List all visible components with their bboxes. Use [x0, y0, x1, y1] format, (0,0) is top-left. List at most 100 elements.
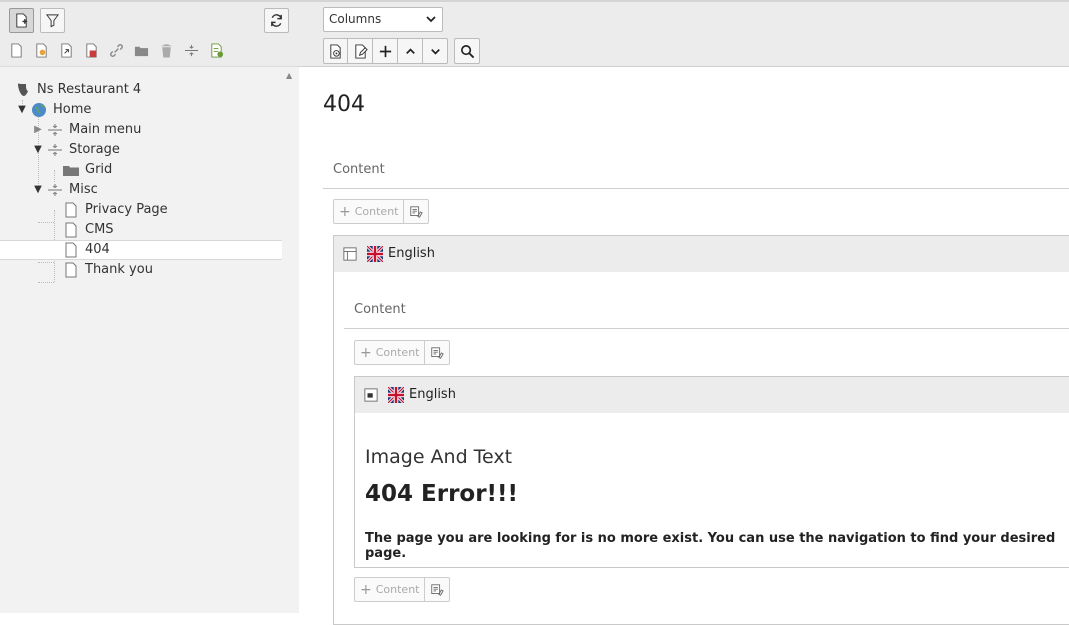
page-icon [63, 202, 79, 218]
content-element: English Image And Text 404 Error!!! The … [354, 376, 1069, 568]
tree-item-label: Home [53, 102, 92, 117]
tree-item-thank-you[interactable]: Thank you [0, 260, 299, 280]
view-mode-value: Columns [329, 12, 382, 26]
tree-item-label: CMS [85, 222, 114, 237]
uk-flag-icon [367, 246, 383, 262]
search-icon [460, 44, 474, 58]
doktype-shortcut-icon[interactable] [58, 42, 75, 59]
move-up-button[interactable] [398, 38, 423, 64]
doktype-spacer-icon[interactable] [183, 42, 200, 59]
tree-item-cms[interactable]: CMS [0, 220, 299, 240]
page-icon [63, 222, 79, 238]
tree-item-404[interactable]: 404 [0, 240, 282, 260]
tree-item-label: Grid [85, 162, 113, 177]
refresh-button[interactable] [264, 8, 289, 33]
tree-item-misc[interactable]: ▼ Misc [0, 180, 299, 200]
column-divider [323, 188, 1069, 189]
edit-icon [354, 43, 368, 59]
page-icon [63, 242, 79, 258]
docheader-button-group [323, 38, 448, 64]
collapsed-triangle-icon[interactable]: ▶ [32, 120, 44, 140]
view-page-button[interactable] [323, 38, 348, 64]
content-language: English [388, 246, 435, 261]
tree-item-root[interactable]: Ns Restaurant 4 [0, 80, 299, 100]
expanded-triangle-icon[interactable]: ▼ [16, 100, 28, 120]
search-button[interactable] [454, 38, 480, 64]
paste-button[interactable] [425, 341, 449, 364]
doktype-link-icon[interactable] [108, 42, 125, 59]
refresh-icon [271, 14, 282, 27]
new-content-button[interactable]: + Content [333, 199, 430, 224]
preview-icon [330, 43, 341, 59]
textpic-icon [364, 388, 378, 406]
scroll-up-icon[interactable]: ▲ [286, 71, 292, 80]
doktype-standard-icon[interactable] [8, 42, 25, 59]
new-content-label: Content [375, 583, 420, 596]
column-divider [344, 328, 1069, 329]
new-page-icon [16, 13, 28, 28]
content-element-header: English [355, 377, 1069, 413]
new-content-button[interactable]: + Content [354, 340, 451, 365]
tree-item-label: Storage [69, 142, 120, 157]
plus-icon [379, 45, 391, 57]
chevron-down-icon [426, 8, 436, 40]
paste-button[interactable] [425, 578, 449, 601]
page-title: 404 [323, 92, 365, 117]
plus-icon: + [339, 203, 351, 220]
content-element-header: English [334, 236, 1069, 272]
content-type-label: Image And Text [365, 446, 513, 468]
spacer-icon [47, 182, 63, 198]
expanded-triangle-icon[interactable]: ▼ [32, 180, 44, 200]
tree-item-label: 404 [85, 242, 110, 257]
new-page-button[interactable] [9, 8, 34, 33]
tree-item-label: Ns Restaurant 4 [37, 82, 142, 97]
chevron-down-icon [430, 48, 440, 55]
tree-item-home[interactable]: ▼ Home [0, 100, 299, 120]
view-mode-select[interactable]: Columns [323, 7, 443, 32]
content-heading: 404 Error!!! [365, 481, 519, 507]
tree-item-grid[interactable]: Grid [0, 160, 299, 180]
filter-icon [45, 14, 60, 28]
docheader-toolbar: Columns [299, 0, 1069, 67]
filter-button[interactable] [40, 8, 65, 33]
tree-item-main-menu[interactable]: ▶ Main menu [0, 120, 299, 140]
typo3-logo-icon [15, 82, 31, 98]
paste-button[interactable] [404, 200, 428, 223]
paste-icon [431, 583, 445, 596]
new-content-label: Content [375, 346, 420, 359]
doktype-folder-icon[interactable] [133, 42, 150, 59]
globe-icon [31, 102, 47, 118]
edit-page-button[interactable] [348, 38, 373, 64]
add-button[interactable] [373, 38, 398, 64]
page-tree-toolbar [0, 0, 299, 67]
spacer-icon [47, 142, 63, 158]
doktype-recycler-icon[interactable] [158, 42, 175, 59]
paste-icon [410, 205, 424, 218]
expanded-triangle-icon[interactable]: ▼ [32, 140, 44, 160]
chevron-up-icon [405, 47, 415, 54]
content-element: English Content + Content English Image A… [333, 235, 1069, 625]
tree-item-storage[interactable]: ▼ Storage [0, 140, 299, 160]
column-header: Content [354, 302, 406, 317]
plus-icon: + [360, 581, 372, 598]
uk-flag-icon [388, 387, 404, 403]
tree-item-label: Misc [69, 182, 98, 197]
doktype-backend-icon[interactable] [33, 42, 50, 59]
tree-item-privacy-page[interactable]: Privacy Page [0, 200, 299, 220]
plus-icon: + [360, 344, 372, 361]
paste-icon [431, 346, 445, 359]
content-bodytext: The page you are looking for is no more … [365, 531, 1056, 561]
tree-item-label: Main menu [69, 122, 142, 137]
move-down-button[interactable] [423, 38, 448, 64]
new-content-button[interactable]: + Content [354, 577, 451, 602]
tree-item-label: Thank you [85, 262, 153, 277]
page-tree: Ns Restaurant 4 ▼ Home ▶ Main menu ▼ Sto… [0, 80, 299, 283]
page-tree-panel: ▲ Ns Restaurant 4 ▼ Home ▶ Main menu ▼ S… [0, 0, 299, 613]
doktype-mountpoint-icon[interactable] [83, 42, 100, 59]
page-module-panel: Columns 404 Content + Content English Co… [299, 0, 1069, 625]
page-doktype-icons [8, 40, 225, 60]
folder-icon [63, 162, 79, 178]
new-content-label: Content [354, 205, 399, 218]
spacer-icon [47, 122, 63, 138]
doktype-green-icon[interactable] [208, 42, 225, 59]
